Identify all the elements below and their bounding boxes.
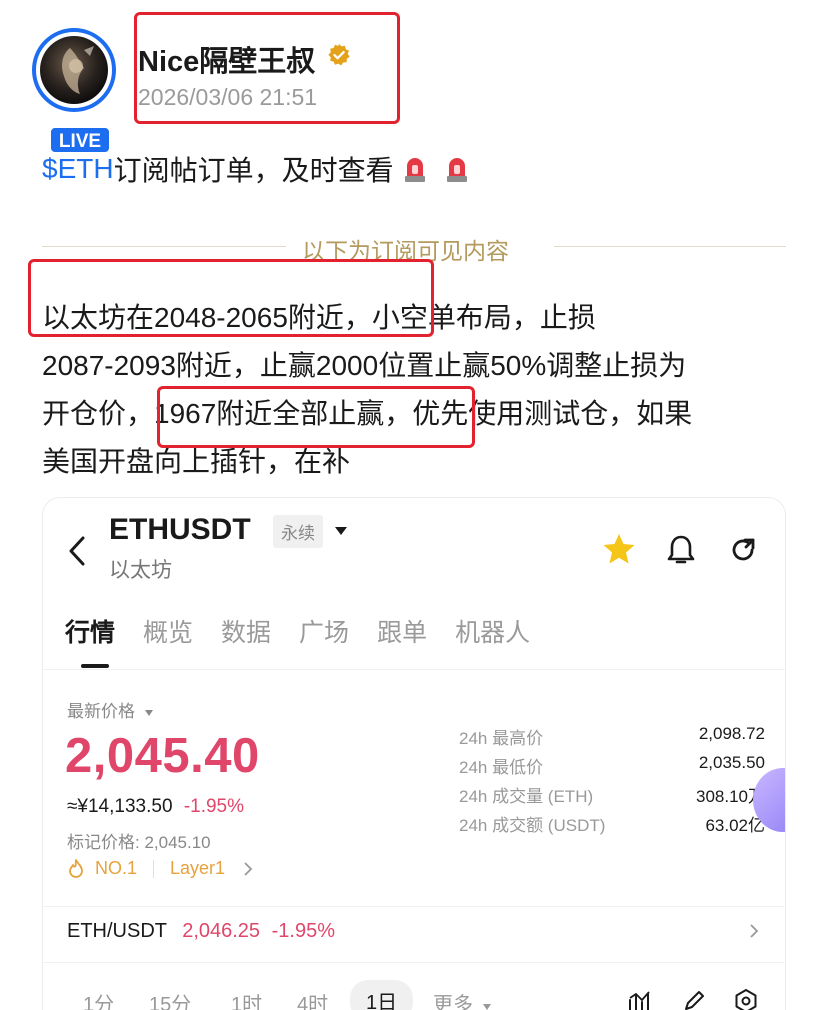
spot-pair: ETH/USDT bbox=[67, 920, 167, 942]
author-name[interactable]: Nice隔壁王叔 bbox=[138, 38, 315, 80]
divider-line-right bbox=[554, 246, 786, 247]
interval-more[interactable]: 更多 bbox=[433, 988, 492, 1010]
share-icon[interactable] bbox=[728, 534, 760, 566]
last-price: 2,045.40 bbox=[65, 729, 260, 783]
tabs-divider bbox=[43, 669, 785, 670]
symbol-subtitle: 以太坊 bbox=[109, 559, 172, 582]
author-avatar-block[interactable]: LIVE bbox=[32, 28, 116, 154]
chevron-right-icon[interactable] bbox=[243, 861, 253, 876]
spot-pair-row[interactable]: ETH/USDT 2,046.25 -1.95% bbox=[67, 920, 335, 943]
ticker-link[interactable]: $ETH bbox=[42, 153, 114, 185]
cny-price-row: ≈¥14,133.50 -1.95% bbox=[67, 796, 244, 818]
back-icon[interactable] bbox=[65, 534, 89, 568]
stat-row-high: 24h 最高价 2,098.72 bbox=[459, 724, 765, 753]
chevron-down-icon bbox=[482, 1004, 491, 1010]
star-icon[interactable] bbox=[601, 532, 637, 566]
latest-price-label[interactable]: 最新价格 bbox=[67, 697, 154, 722]
section-divider bbox=[43, 962, 785, 963]
interval-1h[interactable]: 1时 bbox=[231, 988, 262, 1010]
fire-icon bbox=[69, 858, 83, 878]
perpetual-tag: 永续 bbox=[273, 515, 323, 548]
settings-icon[interactable] bbox=[733, 988, 759, 1010]
tab-data[interactable]: 数据 bbox=[221, 613, 271, 649]
stat-label: 24h 成交额 (USDT) bbox=[459, 816, 606, 835]
siren-icon bbox=[446, 158, 467, 182]
chevron-down-icon[interactable] bbox=[333, 525, 349, 537]
stat-label: 24h 成交量 (ETH) bbox=[459, 787, 594, 806]
post-timestamp: 2026/03/06 21:51 bbox=[138, 84, 318, 110]
interval-1m[interactable]: 1分 bbox=[83, 988, 114, 1010]
stat-row-turnover: 24h 成交额 (USDT) 63.02亿 bbox=[459, 811, 765, 840]
indicator-icon[interactable] bbox=[627, 988, 653, 1010]
latest-price-label-text: 最新价格 bbox=[67, 702, 135, 721]
stat-row-volume: 24h 成交量 (ETH) 308.10万 bbox=[459, 782, 765, 811]
tab-market[interactable]: 行情 bbox=[65, 613, 115, 649]
category-tag[interactable]: Layer1 bbox=[170, 858, 225, 879]
post-title: $ETH 订阅帖订单，及时查看 bbox=[42, 149, 470, 189]
spot-price: 2,046.25 bbox=[182, 920, 261, 942]
rank-tag[interactable]: NO.1 bbox=[95, 858, 137, 879]
stat-value: 2,098.72 bbox=[698, 724, 765, 743]
avatar[interactable] bbox=[32, 28, 116, 112]
post-body-line: 2087-2093附近，止赢2000位置止赢50%调整止损为 bbox=[42, 350, 687, 381]
verified-badge-icon bbox=[328, 44, 350, 66]
stat-label: 24h 最低价 bbox=[459, 758, 544, 777]
annotation-box-entry bbox=[28, 259, 434, 337]
interval-4h[interactable]: 4时 bbox=[297, 988, 328, 1010]
symbol-title[interactable]: ETHUSDT bbox=[109, 513, 251, 547]
divider-line-left bbox=[42, 246, 286, 247]
stat-label: 24h 最高价 bbox=[459, 729, 544, 748]
trading-card[interactable]: ETHUSDT 永续 以太坊 行情 概览 数据 广场 跟单 机器人 最新价格 2… bbox=[42, 497, 786, 1010]
interval-selector: 1分 15分 1时 4时 1日 更多 bbox=[43, 976, 785, 1010]
draw-icon[interactable] bbox=[681, 988, 707, 1010]
siren-icon bbox=[404, 158, 425, 182]
interval-more-label: 更多 bbox=[433, 994, 473, 1010]
tab-copy-trade[interactable]: 跟单 bbox=[377, 613, 427, 649]
annotation-box-target bbox=[157, 386, 475, 448]
price-change-percent: -1.95% bbox=[183, 796, 245, 817]
interval-15m[interactable]: 15分 bbox=[149, 988, 191, 1010]
cny-price: ≈¥14,133.50 bbox=[67, 796, 173, 817]
tab-bot[interactable]: 机器人 bbox=[455, 613, 530, 649]
24h-stats: 24h 最高价 2,098.72 24h 最低价 2,035.50 24h 成交… bbox=[459, 724, 765, 840]
active-tab-indicator bbox=[81, 664, 109, 668]
chevron-down-icon bbox=[144, 710, 153, 716]
mark-price: 标记价格: 2,045.10 bbox=[67, 833, 211, 852]
bell-icon[interactable] bbox=[665, 533, 697, 567]
market-tabs: 行情 概览 数据 广场 跟单 机器人 bbox=[65, 613, 558, 649]
coin-tags: NO.1 Layer1 bbox=[67, 858, 253, 879]
chevron-right-icon[interactable] bbox=[749, 923, 759, 939]
post-title-text: 订阅帖订单，及时查看 bbox=[113, 155, 394, 186]
tab-square[interactable]: 广场 bbox=[299, 613, 349, 649]
spot-change: -1.95% bbox=[271, 920, 335, 942]
section-divider bbox=[43, 906, 785, 907]
tag-separator bbox=[153, 859, 155, 878]
stat-value: 2,035.50 bbox=[698, 753, 765, 772]
tab-overview[interactable]: 概览 bbox=[143, 613, 193, 649]
subscriber-divider: 以下为订阅可见内容 bbox=[42, 232, 786, 264]
avatar-image bbox=[40, 36, 108, 104]
stat-row-low: 24h 最低价 2,035.50 bbox=[459, 753, 765, 782]
interval-1d[interactable]: 1日 bbox=[350, 980, 414, 1010]
